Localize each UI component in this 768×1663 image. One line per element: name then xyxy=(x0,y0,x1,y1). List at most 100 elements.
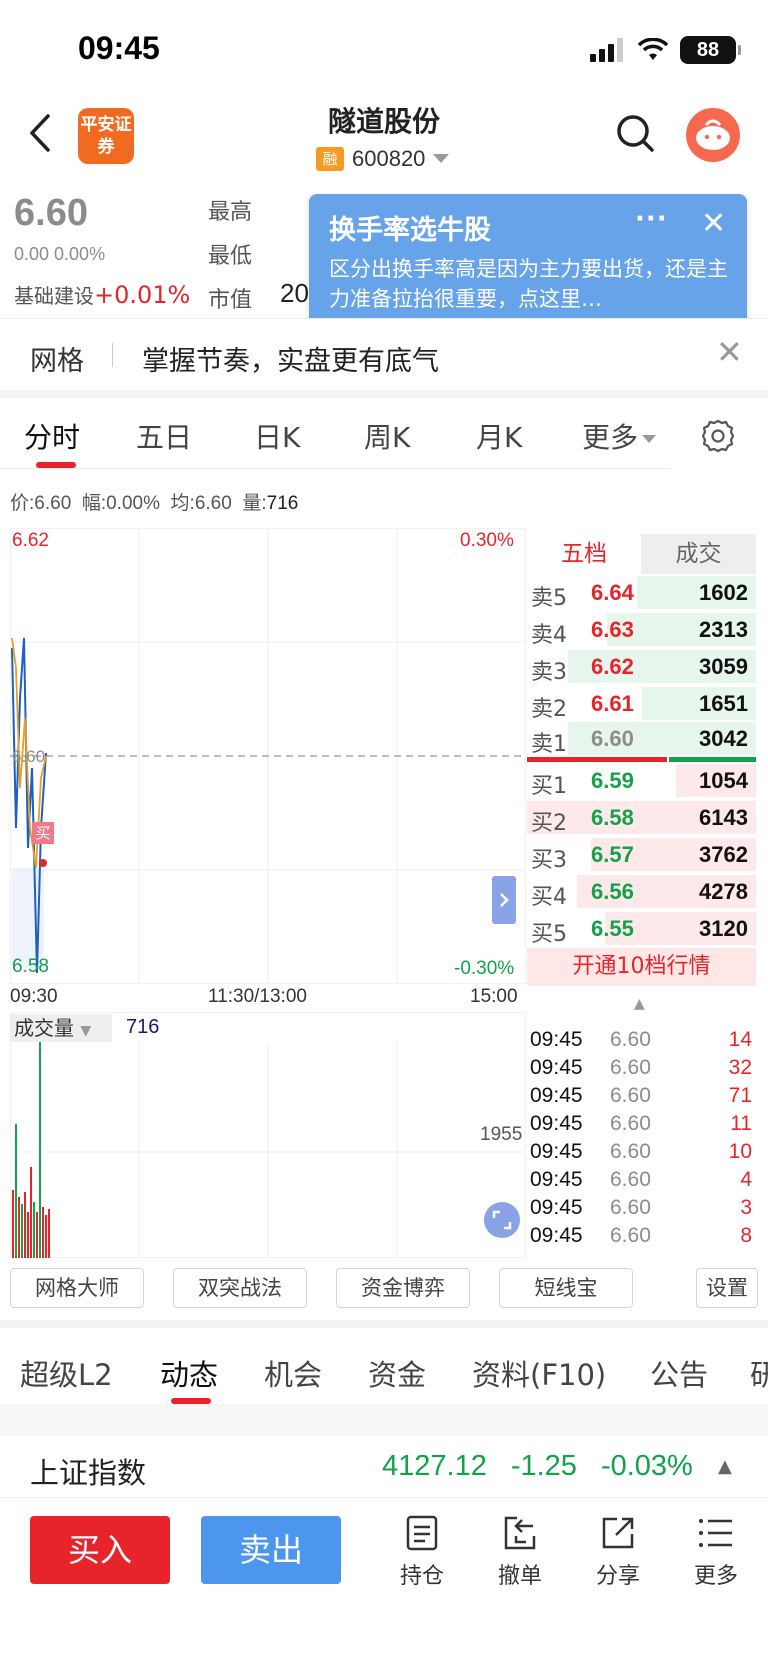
info-vol-label: 量: xyxy=(242,493,267,514)
chart-infobar: 价:6.60 幅:0.00% 均:6.60 量:716 xyxy=(10,488,298,515)
info-amp: 0.00% xyxy=(106,493,160,514)
assistant-avatar[interactable] xyxy=(686,108,740,162)
buy-button[interactable]: 买入 xyxy=(30,1516,170,1584)
tick-time: 09:45 xyxy=(530,1140,583,1163)
undo-icon xyxy=(504,1516,536,1550)
mktcap-value: 20 xyxy=(280,278,309,308)
capital-game-button[interactable]: 资金博弈 xyxy=(336,1268,470,1308)
index-value: 4127.12 xyxy=(382,1450,487,1482)
tick-time: 09:45 xyxy=(530,1084,583,1107)
ask-row-2: 卖2 6.61 1651 xyxy=(527,685,756,722)
expand-panel-handle[interactable] xyxy=(492,876,516,924)
more-dots-icon[interactable]: ··· xyxy=(635,204,668,234)
bid-label: 买5 xyxy=(531,922,567,947)
tick-volume: 4 xyxy=(740,1168,752,1191)
info-avg-label: 均: xyxy=(170,493,195,514)
tick-price: 6.60 xyxy=(610,1196,651,1219)
open-ten-levels-button[interactable]: 开通10档行情 xyxy=(527,948,756,986)
tab-news-feed[interactable]: 动态 xyxy=(160,1352,218,1394)
high-label: 最高 xyxy=(208,200,253,225)
ask-row-5: 卖5 6.64 1602 xyxy=(527,574,756,611)
cancel-order-button[interactable]: 撤单 xyxy=(488,1514,552,1590)
bid-qty: 4278 xyxy=(699,879,748,904)
sector-info[interactable]: 基础建设+0.01% xyxy=(14,280,190,309)
index-ticker[interactable]: 上证指数 4127.12 -1.25 -0.03% ▲ xyxy=(0,1436,768,1498)
tick-price: 6.60 xyxy=(610,1056,651,1079)
ask-row-4: 卖4 6.63 2313 xyxy=(527,611,756,648)
tick-row: 09:45 6.60 32 xyxy=(530,1056,756,1084)
tick-time: 09:45 xyxy=(530,1028,583,1051)
sell-button[interactable]: 卖出 xyxy=(201,1516,341,1584)
banner-tag: 网格 xyxy=(30,346,84,377)
close-icon[interactable]: ✕ xyxy=(701,206,726,241)
tick-price: 6.60 xyxy=(610,1084,651,1107)
tab-announcements[interactable]: 公告 xyxy=(650,1352,708,1394)
intraday-chart[interactable] xyxy=(10,528,526,984)
index-change: -1.25 xyxy=(510,1450,577,1482)
more-label: 更多 xyxy=(693,1564,738,1589)
current-price: 6.60 xyxy=(14,192,88,234)
tab-research-clipped[interactable]: 研 xyxy=(750,1352,768,1396)
index-pct: -0.03% xyxy=(600,1450,693,1482)
tab-five-day[interactable]: 五日 xyxy=(136,416,192,456)
double-breakout-button[interactable]: 双突战法 xyxy=(173,1268,307,1308)
tick-volume: 3 xyxy=(740,1196,752,1219)
volume-max: 1955 xyxy=(480,1124,523,1145)
fullscreen-button[interactable] xyxy=(484,1202,520,1238)
info-avg: 6.60 xyxy=(194,493,232,514)
position-button[interactable]: 持仓 xyxy=(390,1514,454,1590)
tab-monthly-k[interactable]: 月K xyxy=(476,416,522,456)
grid-banner[interactable]: 网格 掌握节奏，实盘更有底气 ✕ xyxy=(0,318,768,390)
share-button[interactable]: 分享 xyxy=(586,1514,650,1590)
gear-icon[interactable] xyxy=(700,418,736,454)
turnover-popup[interactable]: 换手率选牛股 ··· ✕ 区分出换手率高是因为主力要出货，还是主力准备拉抬很重要… xyxy=(309,194,747,334)
tick-row: 09:45 6.60 3 xyxy=(530,1196,756,1224)
caret-up-icon[interactable]: ▲ xyxy=(718,1456,732,1477)
tick-time: 09:45 xyxy=(530,1056,583,1079)
short-line-button[interactable]: 短线宝 xyxy=(499,1268,633,1308)
tab-trades[interactable]: 成交 xyxy=(641,534,756,574)
bid-qty: 1054 xyxy=(699,768,748,793)
tab-more[interactable]: 更多 xyxy=(582,416,657,456)
tab-weekly-k[interactable]: 周K xyxy=(364,416,410,456)
search-icon[interactable] xyxy=(614,112,658,156)
wifi-icon xyxy=(638,38,668,60)
collapse-up-icon[interactable]: ▲ xyxy=(634,996,645,1012)
buy-marker[interactable]: 买 xyxy=(32,822,54,844)
tab-super-l2[interactable]: 超级L2 xyxy=(20,1352,113,1394)
bid-price: 6.57 xyxy=(591,842,634,867)
tab-daily-k[interactable]: 日K xyxy=(254,416,300,456)
bid-price: 6.59 xyxy=(591,768,634,793)
tab-funds[interactable]: 资金 xyxy=(368,1352,426,1394)
tab-research-label: 研 xyxy=(750,1358,768,1392)
ask-qty: 2313 xyxy=(699,617,748,642)
popup-text: 区分出换手率高是因为主力要出货，还是主力准备拉抬很重要，点这里… xyxy=(329,257,728,311)
sector-name: 基础建设 xyxy=(14,284,94,308)
volume-selector[interactable]: 成交量 ▼ xyxy=(10,1014,112,1042)
ask-price: 6.61 xyxy=(591,691,634,716)
bid-qty: 3120 xyxy=(699,916,748,941)
tick-row: 09:45 6.60 4 xyxy=(530,1168,756,1196)
stock-code-row[interactable]: 融 600820 xyxy=(316,146,450,172)
section-gap xyxy=(0,1404,768,1436)
index-values: 4127.12 -1.25 -0.03% xyxy=(382,1450,693,1483)
volume-bars xyxy=(12,1042,50,1258)
low-label: 最低 xyxy=(208,244,253,269)
tools-settings-button[interactable]: 设置 xyxy=(696,1268,758,1308)
tab-opportunity[interactable]: 机会 xyxy=(264,1352,322,1394)
tab-more-label: 更多 xyxy=(582,421,639,454)
grid-master-button[interactable]: 网格大师 xyxy=(10,1268,144,1308)
banner-text: 掌握节奏，实盘更有底气 xyxy=(142,346,439,377)
tab-intraday[interactable]: 分时 xyxy=(24,416,80,456)
ask-price: 6.64 xyxy=(591,580,634,605)
volume-chart[interactable] xyxy=(10,1012,526,1258)
more-button[interactable]: 更多 xyxy=(684,1514,748,1590)
ask-label: 卖5 xyxy=(531,586,567,611)
price-change: 0.00 0.00% xyxy=(14,244,106,264)
tab-f10[interactable]: 资料(F10) xyxy=(472,1352,606,1394)
info-vol: 716 xyxy=(266,493,299,514)
caret-down-icon xyxy=(433,154,450,163)
banner-close-icon[interactable]: ✕ xyxy=(716,333,743,371)
tab-five-levels[interactable]: 五档 xyxy=(527,534,641,574)
chart-mid-price: 6.60 xyxy=(12,747,46,766)
